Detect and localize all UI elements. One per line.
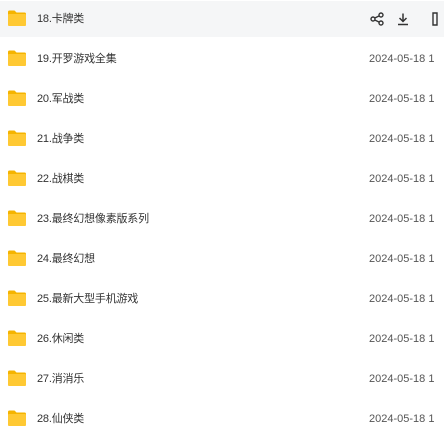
- modified-date: 2024-05-18 1: [369, 213, 435, 225]
- file-row[interactable]: 20.军战类 2024-05-18 1: [0, 81, 444, 117]
- folder-icon: [7, 49, 27, 67]
- modified-date: 2024-05-18 1: [369, 53, 435, 65]
- file-name[interactable]: 20.军战类: [37, 81, 84, 117]
- folder-icon: [7, 369, 27, 387]
- file-row[interactable]: 23.最终幻想像素版系列 2024-05-18 1: [0, 201, 444, 237]
- more-icon[interactable]: [427, 11, 443, 27]
- folder-icon: [7, 289, 27, 307]
- file-row[interactable]: 28.仙侠类 2024-05-18 1: [0, 401, 444, 437]
- file-name[interactable]: 19.开罗游戏全集: [37, 41, 117, 77]
- share-icon[interactable]: [369, 11, 385, 27]
- file-name[interactable]: 23.最终幻想像素版系列: [37, 201, 149, 237]
- file-row[interactable]: 24.最终幻想 2024-05-18 1: [0, 241, 444, 277]
- modified-date: 2024-05-18 1: [369, 173, 435, 185]
- file-name[interactable]: 22.战棋类: [37, 161, 84, 197]
- folder-icon: [7, 89, 27, 107]
- file-list: 18.卡牌类 19.开罗游戏全集 2024-05-18 1 20.军战类 2024-…: [0, 0, 444, 444]
- file-name[interactable]: 27.消消乐: [37, 361, 84, 397]
- file-row[interactable]: 26.休闲类 2024-05-18 1: [0, 321, 444, 357]
- file-row[interactable]: 25.最新大型手机游戏 2024-05-18 1: [0, 281, 444, 317]
- file-name[interactable]: 21.战争类: [37, 121, 84, 157]
- file-name[interactable]: 25.最新大型手机游戏: [37, 281, 138, 317]
- folder-icon: [7, 329, 27, 347]
- file-row[interactable]: 19.开罗游戏全集 2024-05-18 1: [0, 41, 444, 77]
- file-name[interactable]: 24.最终幻想: [37, 241, 95, 277]
- file-name[interactable]: 26.休闲类: [37, 321, 84, 357]
- file-name[interactable]: 28.仙侠类: [37, 401, 84, 437]
- file-row[interactable]: 27.消消乐 2024-05-18 1: [0, 361, 444, 397]
- folder-icon: [7, 129, 27, 147]
- row-actions: [369, 1, 444, 37]
- file-row[interactable]: 21.战争类 2024-05-18 1: [0, 121, 444, 157]
- modified-date: 2024-05-18 1: [369, 333, 435, 345]
- folder-icon: [7, 409, 27, 427]
- folder-icon: [7, 9, 27, 27]
- file-name[interactable]: 18.卡牌类: [37, 1, 84, 37]
- file-row[interactable]: 22.战棋类 2024-05-18 1: [0, 161, 444, 197]
- modified-date: 2024-05-18 1: [369, 413, 435, 425]
- modified-date: 2024-05-18 1: [369, 373, 435, 385]
- file-row[interactable]: 18.卡牌类: [0, 1, 444, 37]
- modified-date: 2024-05-18 1: [369, 93, 435, 105]
- folder-icon: [7, 249, 27, 267]
- modified-date: 2024-05-18 1: [369, 133, 435, 145]
- modified-date: 2024-05-18 1: [369, 253, 435, 265]
- modified-date: 2024-05-18 1: [369, 293, 435, 305]
- folder-icon: [7, 169, 27, 187]
- folder-icon: [7, 209, 27, 227]
- download-icon[interactable]: [395, 11, 411, 27]
